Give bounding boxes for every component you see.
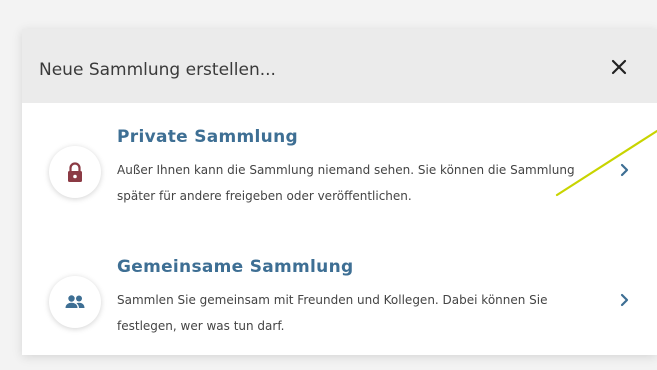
option-description: Sammlen Sie gemeinsam mit Freunden und K… <box>117 293 548 333</box>
people-icon <box>65 295 85 308</box>
shared-collection-option[interactable]: Gemeinsame Sammlung Sammlen Sie gemeinsa… <box>22 245 657 367</box>
create-collection-dialog: Neue Sammlung erstellen... Private Samml… <box>22 29 657 355</box>
close-button[interactable] <box>607 55 631 79</box>
close-icon <box>611 59 627 75</box>
dialog-title: Neue Sammlung erstellen... <box>39 60 276 80</box>
lock-icon-badge <box>49 146 101 198</box>
chevron-right-icon <box>620 163 629 177</box>
option-description: Außer Ihnen kann die Sammlung niemand se… <box>117 163 575 203</box>
chevron-right-icon <box>620 293 629 307</box>
lock-icon <box>68 162 82 182</box>
dialog-header: Neue Sammlung erstellen... <box>22 29 657 103</box>
option-title: Private Sammlung <box>117 127 298 147</box>
people-icon-badge <box>49 276 101 328</box>
private-collection-option[interactable]: Private Sammlung Außer Ihnen kann die Sa… <box>22 115 657 237</box>
option-title: Gemeinsame Sammlung <box>117 257 354 277</box>
